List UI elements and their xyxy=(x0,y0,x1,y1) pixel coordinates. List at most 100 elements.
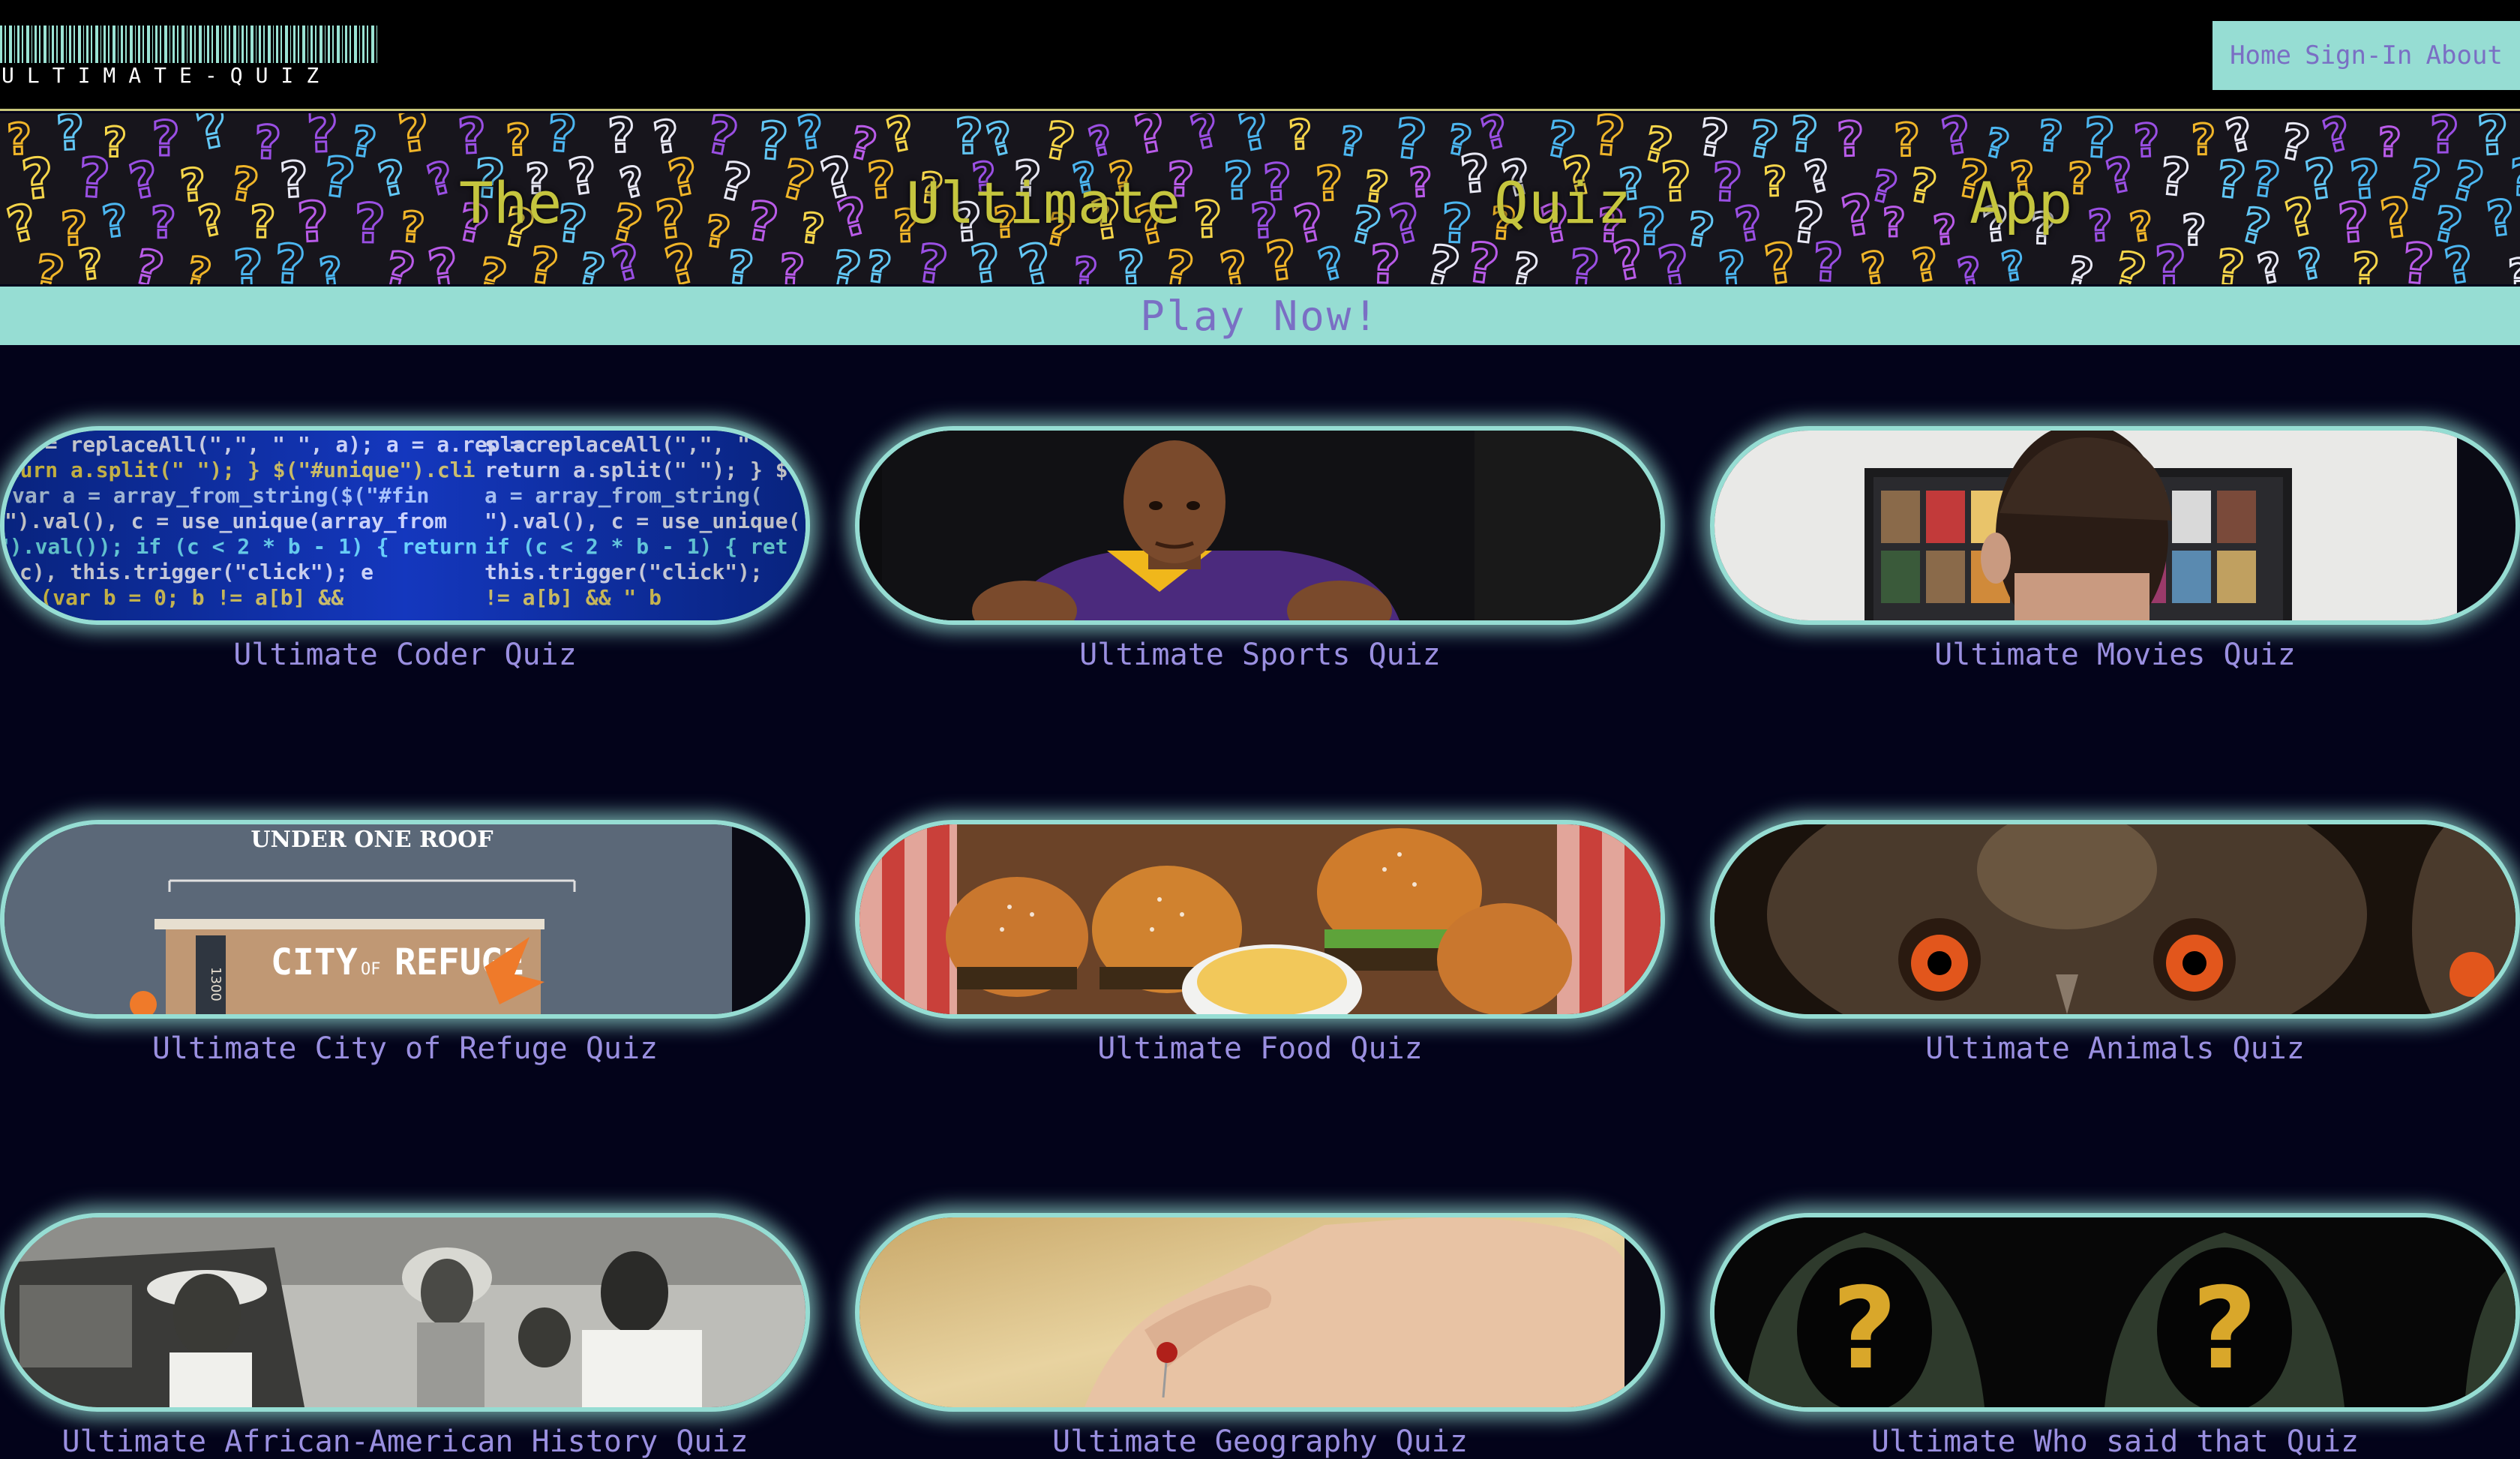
neon-question-mark-icon: ? xyxy=(99,194,130,248)
quiz-card-sports[interactable]: Ultimate Sports Quiz xyxy=(855,426,1665,632)
quiz-title-food[interactable]: Ultimate Food Quiz xyxy=(855,1031,1665,1066)
neon-question-mark-icon: ? xyxy=(182,247,215,284)
neon-question-mark-icon: ? xyxy=(152,113,180,167)
nav-signin-link[interactable]: Sign-In xyxy=(2305,41,2412,71)
neon-question-mark-icon: ? xyxy=(1858,241,1892,284)
svg-text:?: ? xyxy=(2192,1264,2257,1394)
quiz-card-geography[interactable]: Ultimate Geography Quiz xyxy=(855,1213,1665,1419)
neon-question-mark-icon: ? xyxy=(317,249,345,284)
neon-question-mark-icon: ? xyxy=(2352,243,2380,284)
coder-code-image[interactable]: s = replaceAll(",", " ", a); a = a.repla… xyxy=(0,426,810,625)
neon-question-mark-icon: ? xyxy=(659,231,704,284)
refuge-banner-text: UNDER ONE ROOF xyxy=(250,827,493,853)
site-logo[interactable]: ULTIMATE-QUIZ xyxy=(0,26,379,89)
neon-question-mark-icon: ? xyxy=(1999,242,2029,284)
neon-question-mark-icon: ? xyxy=(1288,113,1313,159)
quiz-card-african-american-history[interactable]: Ultimate African-American History Quiz xyxy=(0,1213,810,1419)
quiz-title-geography[interactable]: Ultimate Geography Quiz xyxy=(855,1424,1665,1459)
neon-question-mark-icon: ? xyxy=(2157,147,2192,209)
nav-about-link[interactable]: About xyxy=(2426,41,2503,71)
neon-question-mark-icon: ? xyxy=(526,236,562,284)
quiz-card-city-of-refuge[interactable]: UNDER ONE ROOF 1300 CITY OF REFUGE Ultim… xyxy=(0,820,810,1026)
neon-question-mark-icon: ? xyxy=(2062,248,2097,284)
neon-question-mark-icon: ? xyxy=(1811,231,1845,284)
hero-word-app: App xyxy=(1970,170,2072,236)
quiz-title-city-of-refuge[interactable]: Ultimate City of Refuge Quiz xyxy=(0,1031,810,1066)
neon-question-mark-icon: ? xyxy=(1117,239,1148,284)
hero-banner: ????????????????????????????????????????… xyxy=(0,113,2520,284)
neon-question-mark-icon: ? xyxy=(1262,228,1300,284)
quiz-card-food[interactable]: Ultimate Food Quiz xyxy=(855,820,1665,1026)
neon-question-mark-icon: ? xyxy=(2254,242,2286,284)
neon-question-mark-icon: ? xyxy=(756,113,790,173)
neon-question-mark-icon: ? xyxy=(1420,232,1466,284)
neon-question-mark-icon: ? xyxy=(1192,191,1223,249)
neon-question-mark-icon: ? xyxy=(2213,239,2247,284)
nav-home-link[interactable]: Home xyxy=(2230,41,2291,71)
quiz-title-coder[interactable]: Ultimate Coder Quiz xyxy=(0,638,810,672)
neon-question-mark-icon: ? xyxy=(1314,237,1351,284)
neon-question-mark-icon: ? xyxy=(2378,120,2402,167)
quiz-title-movies[interactable]: Ultimate Movies Quiz xyxy=(1710,638,2520,672)
hero-word-the: The xyxy=(459,170,562,236)
neon-question-mark-icon: ? xyxy=(827,240,866,284)
city-of-refuge-image[interactable]: UNDER ONE ROOF 1300 CITY OF REFUGE xyxy=(0,820,810,1019)
neon-question-mark-icon: ? xyxy=(1954,248,1986,284)
african-american-history-image[interactable] xyxy=(0,1213,810,1412)
geography-map-pin-image[interactable] xyxy=(855,1213,1665,1412)
who-said-that-hooded-image[interactable]: ? ? xyxy=(1710,1213,2520,1412)
neon-question-mark-icon: ? xyxy=(194,194,229,248)
hero-word-quiz: Quiz xyxy=(1494,170,1631,236)
neon-question-mark-icon: ? xyxy=(2294,238,2327,284)
neon-question-mark-icon: ? xyxy=(273,233,308,284)
neon-question-mark-icon: ? xyxy=(2086,200,2114,251)
play-now-link[interactable]: Play Now! xyxy=(1140,293,1380,340)
neon-question-mark-icon: ? xyxy=(423,152,459,206)
neon-question-mark-icon: ? xyxy=(607,113,636,164)
play-now-bar: Play Now! xyxy=(0,287,2520,345)
neon-question-mark-icon: ? xyxy=(354,192,386,256)
neon-question-mark-icon: ? xyxy=(1369,233,1401,284)
quiz-card-movies[interactable]: Ultimate Movies Quiz xyxy=(1710,426,2520,632)
logo-text: ULTIMATE-QUIZ xyxy=(2,63,332,88)
neon-question-mark-icon: ? xyxy=(2399,231,2437,284)
neon-question-mark-icon: ? xyxy=(607,233,647,284)
neon-question-mark-icon: ? xyxy=(1836,113,1865,167)
neon-question-mark-icon: ? xyxy=(1216,239,1252,284)
neon-question-marks-background: ????????????????????????????????????????… xyxy=(0,113,2520,284)
neon-question-mark-icon: ? xyxy=(129,239,169,284)
hero-word-ultimate: Ultimate xyxy=(906,170,1180,236)
neon-question-mark-icon: ? xyxy=(76,239,106,284)
neon-question-mark-icon: ? xyxy=(151,197,176,248)
neon-question-mark-icon: ? xyxy=(2036,113,2065,162)
quiz-card-who-said-that[interactable]: ? ? Ultimate Who said that Quiz xyxy=(1710,1213,2520,1419)
neon-question-mark-icon: ? xyxy=(380,241,420,284)
quiz-title-who-said-that[interactable]: Ultimate Who said that Quiz xyxy=(1710,1424,2520,1459)
nav-links: Home Sign-In About xyxy=(2212,21,2520,90)
neon-question-mark-icon: ? xyxy=(2133,115,2162,168)
food-burgers-image[interactable] xyxy=(855,820,1665,1019)
barcode-icon xyxy=(0,26,379,63)
quiz-title-animals[interactable]: Ultimate Animals Quiz xyxy=(1710,1031,2520,1066)
quiz-card-coder[interactable]: s = replaceAll(",", " ", a); a = a.repla… xyxy=(0,426,810,632)
quiz-title-sports[interactable]: Ultimate Sports Quiz xyxy=(855,638,1665,672)
neon-question-mark-icon: ? xyxy=(778,244,806,284)
neon-question-mark-icon: ? xyxy=(863,242,895,284)
neon-question-mark-icon: ? xyxy=(724,241,757,284)
svg-text:?: ? xyxy=(1832,1264,1897,1394)
quiz-card-animals[interactable]: Ultimate Animals Quiz xyxy=(1710,820,2520,1026)
neon-question-mark-icon: ? xyxy=(2191,116,2216,165)
neon-question-mark-icon: ? xyxy=(1717,242,1748,284)
neon-question-mark-icon: ? xyxy=(1882,200,1906,246)
neon-question-mark-icon: ? xyxy=(1072,248,1099,284)
neon-question-mark-icon: ? xyxy=(190,113,234,163)
neon-question-mark-icon: ? xyxy=(1567,239,1602,284)
quiz-title-african-american-history[interactable]: Ultimate African-American History Quiz xyxy=(0,1424,810,1459)
neon-question-mark-icon: ? xyxy=(1762,158,1787,206)
movies-tv-image[interactable] xyxy=(1710,426,2520,625)
animals-owl-image[interactable] xyxy=(1710,820,2520,1019)
refuge-number-text: 1300 xyxy=(208,967,224,1001)
sports-player-image[interactable] xyxy=(855,426,1665,625)
refuge-sign-city: CITY xyxy=(271,941,358,983)
refuge-sign-of: OF xyxy=(361,960,381,979)
